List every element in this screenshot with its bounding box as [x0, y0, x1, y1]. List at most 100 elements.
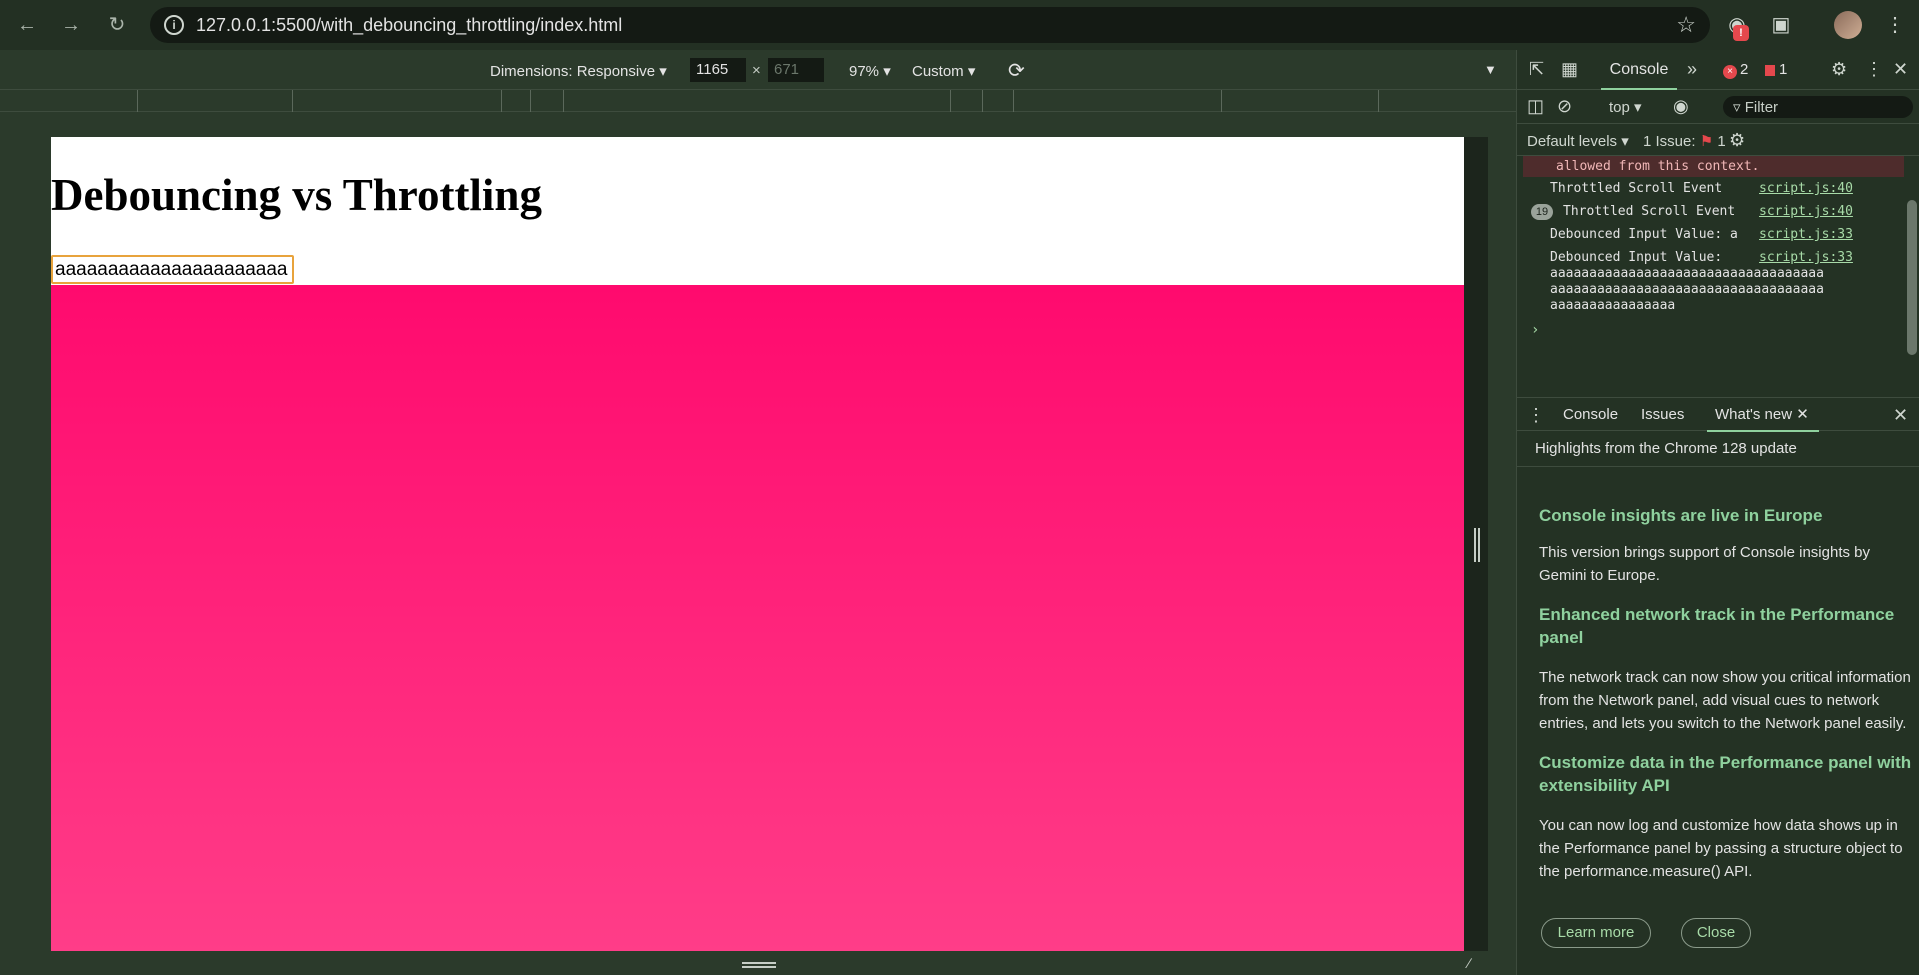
- log-text: allowed from this context.: [1556, 159, 1760, 174]
- section-heading: Customize data in the Performance panel …: [1539, 753, 1912, 795]
- divider: [1517, 466, 1919, 467]
- close-tab-icon[interactable]: ✕: [1796, 406, 1809, 423]
- section-heading: Enhanced network track in the Performanc…: [1539, 605, 1895, 647]
- chevron-down-icon: ▾: [883, 63, 891, 80]
- page-viewport: Debouncing vs Throttling aaaaaaaaaaaaaaa…: [51, 137, 1464, 951]
- browser-toolbar: ← → ↻ i 127.0.0.1:5500/with_debouncing_t…: [0, 0, 1919, 50]
- site-info-icon[interactable]: i: [164, 15, 184, 35]
- issue-counter[interactable]: 1: [1765, 61, 1787, 78]
- more-options-icon[interactable]: ▼: [1484, 62, 1497, 77]
- console-settings-icon[interactable]: ⚙: [1729, 130, 1745, 151]
- context-label: top: [1609, 99, 1630, 116]
- throttle-label: Custom: [912, 63, 964, 80]
- drawer-tabbar: ⋮ Console Issues What's new ✕ ✕: [1517, 397, 1919, 432]
- log-text: Debounced Input Value:: [1550, 250, 1723, 265]
- ruler-tick: [1013, 90, 1014, 112]
- section-body: You can now log and customize how data s…: [1539, 817, 1903, 880]
- ruler-tick: [292, 90, 293, 112]
- ruler-tick: [950, 90, 951, 112]
- throttle-select[interactable]: Custom ▾: [912, 62, 975, 80]
- log-text: Debounced Input Value: a: [1550, 227, 1738, 242]
- ruler-tick: [1221, 90, 1222, 112]
- log-continuation: aaaaaaaaaaaaaaaaaaaaaaaaaaaaaaaaaaa: [1550, 282, 1824, 297]
- puzzle-icon[interactable]: ▣: [1766, 10, 1796, 40]
- learn-more-button[interactable]: Learn more: [1541, 918, 1651, 948]
- dimensions-label: Dimensions: Responsive: [490, 63, 656, 80]
- clear-console-icon[interactable]: ⊘: [1557, 96, 1572, 117]
- repeat-count-badge: 19: [1531, 204, 1553, 220]
- drawer-tab-whats-new[interactable]: What's new ✕: [1707, 398, 1819, 432]
- source-link[interactable]: script.js:40: [1759, 181, 1853, 196]
- avatar[interactable]: [1834, 11, 1862, 39]
- console-output: allowed from this context. Throttled Scr…: [1517, 156, 1904, 372]
- forward-icon[interactable]: →: [56, 10, 86, 40]
- console-toolbar: ◫ ⊘ top ▾ ◉ ▿ Filter: [1517, 90, 1919, 124]
- issues-label: 1 Issue:: [1643, 133, 1696, 150]
- resize-handle-right[interactable]: [1474, 528, 1480, 562]
- url-text[interactable]: 127.0.0.1:5500/with_debouncing_throttlin…: [196, 15, 622, 36]
- drawer-tab-console[interactable]: Console: [1563, 398, 1618, 432]
- devtools-tabbar: ⇱ ▦ Console » × 2 1 ⚙ ⋮ ✕: [1517, 50, 1919, 90]
- times-icon: ×: [752, 62, 761, 79]
- device-toolbar: Dimensions: Responsive ▾ 1165 × 671 97% …: [0, 50, 1516, 90]
- close-button[interactable]: Close: [1681, 918, 1751, 948]
- resize-handle-bottom[interactable]: [742, 962, 776, 968]
- kebab-menu-icon[interactable]: ⋮: [1865, 59, 1883, 80]
- filter-placeholder: Filter: [1744, 99, 1779, 116]
- text-input[interactable]: aaaaaaaaaaaaaaaaaaaaaa: [51, 255, 294, 284]
- settings-gear-icon[interactable]: ⚙: [1831, 59, 1847, 80]
- drawer-menu-icon[interactable]: ⋮: [1527, 405, 1545, 426]
- back-icon[interactable]: ←: [12, 10, 42, 40]
- tab-console[interactable]: Console: [1601, 50, 1677, 90]
- address-bar[interactable]: i 127.0.0.1:5500/with_debouncing_throttl…: [150, 7, 1710, 43]
- inspect-element-icon[interactable]: ⇱: [1529, 59, 1544, 80]
- console-prompt[interactable]: ›: [1531, 322, 1539, 338]
- section-body: The network track can now show you criti…: [1539, 669, 1911, 732]
- page-title: Debouncing vs Throttling: [51, 170, 542, 220]
- height-input[interactable]: 671: [768, 58, 824, 82]
- issues-link[interactable]: 1 Issue: ⚑ 1: [1643, 132, 1726, 150]
- context-select[interactable]: top ▾: [1609, 98, 1642, 116]
- log-continuation: aaaaaaaaaaaaaaaaaaaaaaaaaaaaaaaaaaa: [1550, 266, 1824, 281]
- width-input[interactable]: 1165: [690, 58, 746, 82]
- zoom-select[interactable]: 97% ▾: [849, 62, 891, 80]
- zoom-label: 97%: [849, 63, 880, 80]
- live-expression-eye-icon[interactable]: ◉: [1673, 96, 1689, 117]
- error-icon: ×: [1723, 65, 1737, 79]
- media-query-ruler[interactable]: [0, 90, 1516, 112]
- scroll-gradient-area: [51, 285, 1464, 951]
- ruler-tick: [563, 90, 564, 112]
- device-toggle-icon[interactable]: ▦: [1561, 59, 1578, 80]
- sidebar-toggle-icon[interactable]: ◫: [1527, 96, 1544, 117]
- close-devtools-icon[interactable]: ✕: [1893, 59, 1908, 80]
- log-continuation: aaaaaaaaaaaaaaaa: [1550, 298, 1676, 313]
- drawer-tab-issues[interactable]: Issues: [1641, 398, 1684, 432]
- more-menu-icon[interactable]: ⋮: [1880, 10, 1910, 40]
- error-counter[interactable]: × 2: [1723, 61, 1748, 79]
- more-tabs-icon[interactable]: »: [1687, 59, 1697, 80]
- tab-label: What's new: [1715, 406, 1793, 423]
- close-drawer-icon[interactable]: ✕: [1893, 405, 1908, 426]
- source-link[interactable]: script.js:40: [1759, 204, 1853, 219]
- filter-icon: ▿: [1733, 99, 1745, 116]
- levels-label: Default levels: [1527, 133, 1618, 150]
- whats-new-header: Highlights from the Chrome 128 update: [1535, 440, 1797, 457]
- issue-count: 1: [1779, 61, 1788, 78]
- devtools-panel: ⇱ ▦ Console » × 2 1 ⚙ ⋮ ✕ ◫ ⊘ top ▾ ◉ ▿ F…: [1516, 50, 1919, 975]
- rotate-icon[interactable]: ⟳: [1008, 58, 1025, 83]
- ruler-tick: [530, 90, 531, 112]
- log-level-bar: Default levels ▾ 1 Issue: ⚑ 1 ⚙: [1517, 124, 1919, 156]
- source-link[interactable]: script.js:33: [1759, 227, 1853, 242]
- filter-input[interactable]: ▿ Filter: [1723, 96, 1913, 118]
- reload-icon[interactable]: ↻: [102, 10, 132, 40]
- issue-flag-icon: ⚑: [1699, 133, 1714, 150]
- console-scroll-thumb[interactable]: [1907, 200, 1917, 355]
- dimensions-select[interactable]: Dimensions: Responsive ▾: [490, 62, 667, 80]
- levels-select[interactable]: Default levels ▾: [1527, 132, 1629, 150]
- log-text: Throttled Scroll Event: [1563, 204, 1736, 219]
- source-link[interactable]: script.js:33: [1759, 250, 1853, 265]
- bookmark-star-icon[interactable]: ☆: [1676, 12, 1696, 38]
- section-heading: Console insights are live in Europe: [1539, 506, 1823, 525]
- issues-count: 1: [1717, 133, 1726, 150]
- resize-corner-icon[interactable]: ∕: [1468, 955, 1484, 971]
